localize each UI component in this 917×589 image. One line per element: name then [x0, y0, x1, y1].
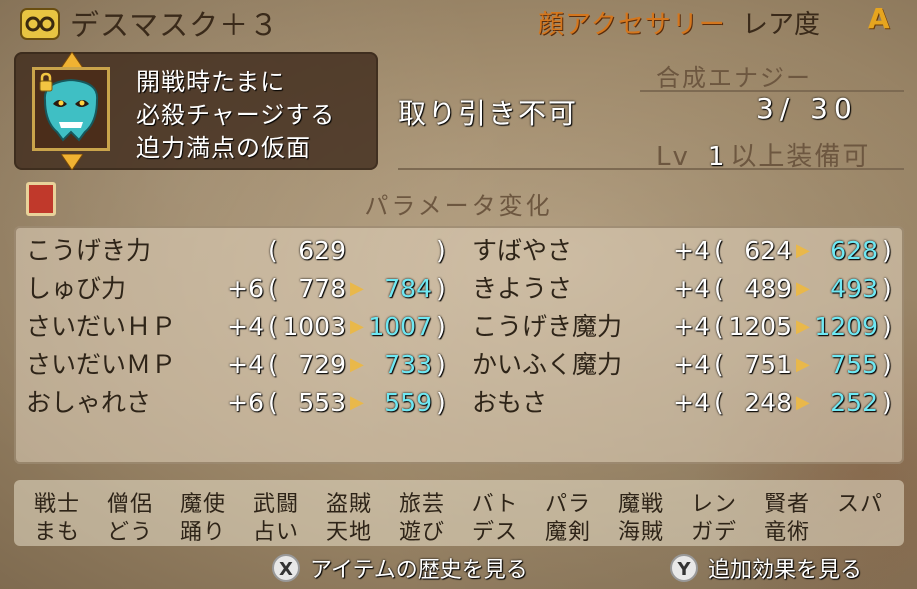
stat-delta: +4 [673, 350, 710, 379]
stat-delta: +4 [673, 236, 710, 265]
job-12: まも [33, 520, 80, 545]
stat-delta: +4 [227, 312, 264, 341]
stat-delta: +4 [673, 274, 710, 303]
stat-current: 489 [744, 274, 792, 303]
job-22: 竜術 [763, 520, 810, 545]
stat-current: 778 [298, 274, 346, 303]
job-13: どう [106, 520, 153, 545]
job-17: 遊び [398, 520, 445, 545]
arrow-down-icon[interactable] [60, 153, 84, 174]
item-category: 顔アクセサリー [538, 10, 726, 40]
stat-name: かいふく魔力 [472, 350, 623, 379]
stat-new: 755 [830, 350, 878, 379]
job-21: ガデ [690, 520, 737, 545]
x-button-icon: X [272, 554, 300, 582]
stat-delta: +6 [227, 274, 264, 303]
stat-delta: +4 [673, 388, 710, 417]
job-19: 魔剣 [544, 520, 591, 545]
stat-row-right-3: かいふく魔力 +4(751 ▶ 755) [472, 346, 912, 384]
stat-current: 248 [744, 388, 792, 417]
stat-row-left-4: おしゃれさ +6(553 ▶ 559) [14, 384, 454, 422]
stat-row-left-0: こうげき力(629) [14, 232, 454, 270]
description-line-2: 必殺チャージする [136, 101, 336, 129]
paren-close: ) [882, 350, 892, 379]
stat-current: 1003 [282, 312, 346, 341]
stat-current: 1205 [728, 312, 792, 341]
stat-current: 553 [298, 388, 346, 417]
stat-current: 729 [298, 350, 346, 379]
stat-current: 624 [744, 236, 792, 265]
y-button-icon: Y [670, 554, 698, 582]
paren-close: ) [436, 274, 446, 303]
stat-new: 493 [830, 274, 878, 303]
job-16: 天地 [325, 520, 372, 545]
stat-row-right-0: すばやさ +4(624 ▶ 628) [472, 232, 912, 270]
stat-row-left-1: しゅび力 +6(778 ▶ 784) [14, 270, 454, 308]
trade-status: 取り引き不可 [398, 97, 579, 130]
paren-close: ) [882, 274, 892, 303]
stat-name: さいだいＨＰ [26, 312, 177, 341]
stat-delta: +4 [227, 350, 264, 379]
stat-name: こうげき力 [26, 236, 152, 265]
stat-row-left-3: さいだいＭＰ +4(729 ▶ 733) [14, 346, 454, 384]
stat-name: しゅび力 [26, 274, 127, 303]
stat-new: 252 [830, 388, 878, 417]
stat-new: 628 [830, 236, 878, 265]
additional-effects-label: 追加効果を見る [708, 558, 863, 583]
description-line-3: 迫力満点の仮面 [136, 134, 311, 162]
lock-icon [38, 72, 54, 96]
stat-row-left-2: さいだいＨＰ +4(1003 ▶ 1007) [14, 308, 454, 346]
stat-name: こうげき魔力 [472, 312, 623, 341]
stat-delta: +6 [227, 388, 264, 417]
job-11: スパ [836, 492, 883, 517]
level-suffix: 以上装備可 [730, 142, 871, 172]
stat-new: 784 [384, 274, 432, 303]
level-requirement: Lv 1 以上装備可 [656, 136, 870, 173]
job-15: 占い [252, 520, 299, 545]
paren-close: ) [882, 236, 892, 265]
synthesis-energy-value: 3/ 30 [756, 92, 858, 125]
stat-new: 559 [384, 388, 432, 417]
stat-name: おもさ [472, 388, 548, 417]
stat-name: おしゃれさ [26, 388, 152, 417]
stat-delta: +4 [673, 312, 710, 341]
params-title: パラメータ変化 [364, 192, 553, 220]
paren-close: ) [882, 388, 892, 417]
stat-row-right-1: きようさ +4(489 ▶ 493) [472, 270, 912, 308]
paren-close: ) [882, 312, 892, 341]
paren-close: ) [436, 236, 446, 265]
stat-row-right-2: こうげき魔力 +4(1205 ▶ 1209) [472, 308, 912, 346]
level-value: 1 [707, 142, 727, 172]
stat-new: 733 [384, 350, 432, 379]
description-line-1: 開戦時たまに [136, 68, 286, 96]
job-18: デス [471, 520, 518, 545]
stat-current: 629 [298, 236, 346, 265]
glasses-icon [20, 8, 60, 40]
rarity-label: レア度 [742, 10, 821, 40]
paren-close: ) [436, 312, 446, 341]
stat-name: きようさ [472, 274, 573, 303]
stat-current: 751 [744, 350, 792, 379]
job-20: 海賊 [617, 520, 664, 545]
item-name: デスマスク＋３ [70, 8, 280, 42]
item-history-label: アイテムの歴史を見る [310, 558, 528, 583]
synthesis-energy-label: 合成エナジー [656, 64, 812, 92]
paren-close: ) [436, 350, 446, 379]
stat-name: すばやさ [472, 236, 573, 265]
job-14: 踊り [179, 520, 226, 545]
paren-close: ) [436, 388, 446, 417]
stat-new: 1007 [368, 312, 432, 341]
stat-new: 1209 [814, 312, 878, 341]
rarity-grade: A [868, 2, 890, 35]
stat-row-right-4: おもさ +4(248 ▶ 252) [472, 384, 912, 422]
level-prefix: Lv [656, 142, 690, 172]
stat-name: さいだいＭＰ [26, 350, 177, 379]
